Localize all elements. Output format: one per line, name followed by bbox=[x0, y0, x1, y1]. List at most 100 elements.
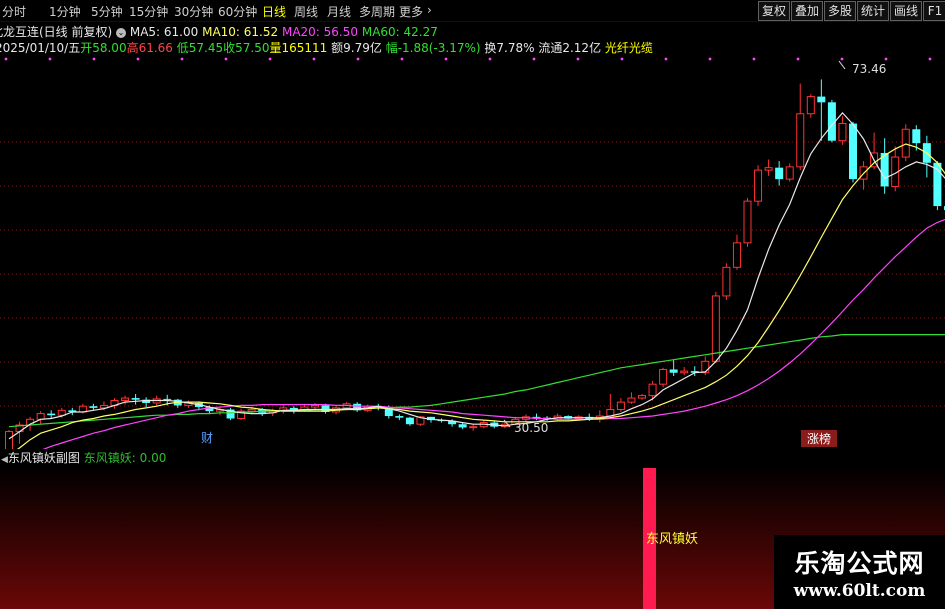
candle-up[interactable] bbox=[901, 128, 910, 158]
site-watermark: 乐淘公式网 www.60lt.com bbox=[774, 535, 945, 609]
fuquan-button[interactable]: 复权 bbox=[758, 1, 790, 21]
quote-concept[interactable]: 光纤光缆 bbox=[605, 41, 653, 55]
grid-dot bbox=[532, 57, 536, 61]
grid-dot bbox=[224, 57, 228, 61]
candle-up[interactable] bbox=[732, 242, 741, 268]
quote-turnover: 换7.78% bbox=[484, 41, 535, 55]
grid-dot bbox=[4, 57, 8, 61]
period-5min[interactable]: 5分钟 bbox=[91, 3, 123, 20]
quote-amount: 额9.79亿 bbox=[331, 41, 382, 55]
quote-low: 低57.45 bbox=[176, 41, 224, 55]
watermark-url: www.60lt.com bbox=[793, 581, 926, 601]
candle-down[interactable] bbox=[775, 167, 784, 180]
candle-down[interactable] bbox=[669, 369, 678, 373]
ma60-line bbox=[8, 334, 945, 428]
grid-dot bbox=[796, 57, 800, 61]
grid-dot bbox=[48, 57, 52, 61]
max-price-label: 73.46 bbox=[852, 62, 886, 76]
ma-info-line: 北龙互连(日线 前复权) ⌄ MA5: 61.00 MA10: 61.52 MA… bbox=[0, 23, 438, 40]
candle-down[interactable] bbox=[849, 123, 857, 180]
period-more[interactable]: 更多 bbox=[399, 3, 423, 20]
period-multi[interactable]: 多周期 bbox=[359, 3, 395, 20]
period-daily[interactable]: 日线 bbox=[262, 3, 286, 20]
settings-icon[interactable]: ⌄ bbox=[116, 27, 127, 38]
candle-series bbox=[5, 79, 945, 449]
candle-up[interactable] bbox=[796, 113, 805, 168]
zhangbang-marker[interactable]: 涨榜 bbox=[807, 431, 831, 446]
candle-up[interactable] bbox=[638, 395, 646, 399]
candle-up[interactable] bbox=[469, 426, 478, 429]
candle-down[interactable] bbox=[163, 398, 172, 400]
ma-lines bbox=[8, 111, 945, 449]
candle-up[interactable] bbox=[785, 166, 794, 180]
sub-chart-title[interactable]: 东风镇妖副图 bbox=[8, 451, 80, 465]
grid-dot bbox=[708, 57, 712, 61]
candle-down[interactable] bbox=[395, 416, 404, 418]
candle-up[interactable] bbox=[627, 397, 636, 403]
min-price-label: 30.50 bbox=[514, 421, 548, 435]
grid-dot bbox=[664, 57, 668, 61]
grid-dot bbox=[576, 57, 580, 61]
candle-up[interactable] bbox=[680, 370, 689, 374]
candle-up[interactable] bbox=[247, 409, 256, 412]
candle-up[interactable] bbox=[806, 96, 815, 115]
candle-up[interactable] bbox=[648, 383, 657, 397]
candle-up[interactable] bbox=[764, 167, 773, 171]
kline-chart[interactable]: 73.46 30.50 财 涨榜 bbox=[0, 55, 945, 449]
draw-line-button[interactable]: 画线 bbox=[890, 1, 922, 21]
grid-dot bbox=[400, 57, 404, 61]
candle-up[interactable] bbox=[616, 401, 625, 411]
period-1min[interactable]: 1分钟 bbox=[49, 3, 81, 20]
ma20-label: MA20: 56.50 bbox=[281, 25, 359, 39]
candle-up[interactable] bbox=[310, 404, 319, 408]
candle-down[interactable] bbox=[47, 413, 56, 416]
candle-up[interactable] bbox=[659, 368, 668, 385]
grid-dot bbox=[928, 57, 932, 61]
chart-annotations: 73.46 30.50 财 涨榜 bbox=[201, 60, 886, 447]
ma10-label: MA10: 61.52 bbox=[202, 25, 279, 39]
statistics-button[interactable]: 统计 bbox=[857, 1, 889, 21]
period-fenshi[interactable]: 分时 bbox=[2, 3, 26, 20]
period-15min[interactable]: 15分钟 bbox=[129, 3, 168, 20]
grid-dot bbox=[312, 57, 316, 61]
grid-dot bbox=[620, 57, 624, 61]
multi-stock-button[interactable]: 多股 bbox=[824, 1, 856, 21]
candle-up[interactable] bbox=[754, 169, 763, 202]
f1-button[interactable]: F1 bbox=[923, 1, 945, 21]
candle-down[interactable] bbox=[458, 424, 467, 428]
candle-down[interactable] bbox=[912, 129, 921, 144]
candle-up[interactable] bbox=[36, 413, 45, 420]
candle-up[interactable] bbox=[711, 295, 720, 362]
period-weekly[interactable]: 周线 bbox=[294, 3, 318, 20]
sub-chart-header: ◀东风镇妖副图 东风镇妖: 0.00 bbox=[0, 449, 945, 466]
overlay-button[interactable]: 叠加 bbox=[791, 1, 823, 21]
candle-down[interactable] bbox=[405, 417, 414, 425]
grid-dot bbox=[884, 57, 888, 61]
ma60-label: MA60: 42.27 bbox=[361, 25, 438, 39]
candle-up[interactable] bbox=[701, 360, 710, 374]
grid-dot bbox=[840, 57, 844, 61]
watermark-title: 乐淘公式网 bbox=[794, 549, 925, 578]
candle-up[interactable] bbox=[5, 431, 13, 449]
period-monthly[interactable]: 月线 bbox=[327, 3, 351, 20]
candle-down[interactable] bbox=[817, 96, 826, 103]
grid-dot bbox=[752, 57, 756, 61]
period-30min[interactable]: 30分钟 bbox=[174, 3, 213, 20]
quote-volume: 量165111 bbox=[269, 41, 328, 55]
grid-dot bbox=[136, 57, 140, 61]
candle-down[interactable] bbox=[131, 398, 140, 400]
collapse-triangle-icon[interactable]: ◀ bbox=[1, 455, 8, 465]
chevron-right-icon[interactable]: › bbox=[427, 3, 432, 17]
max-arrow bbox=[838, 60, 846, 70]
grid-dot bbox=[356, 57, 360, 61]
candle-up[interactable] bbox=[743, 200, 752, 244]
period-60min[interactable]: 60分钟 bbox=[218, 3, 257, 20]
grid-dot bbox=[92, 57, 96, 61]
finance-marker[interactable]: 财 bbox=[201, 431, 213, 445]
candle-down[interactable] bbox=[89, 406, 98, 408]
signal-label: 东风镇妖 bbox=[646, 532, 698, 547]
period-toolbar: 分时 1分钟 5分钟 15分钟 30分钟 60分钟 日线 周线 月线 多周期 更… bbox=[0, 0, 945, 22]
candle-up[interactable] bbox=[838, 123, 847, 142]
candle-up[interactable] bbox=[722, 266, 731, 297]
candle-up[interactable] bbox=[121, 397, 130, 402]
